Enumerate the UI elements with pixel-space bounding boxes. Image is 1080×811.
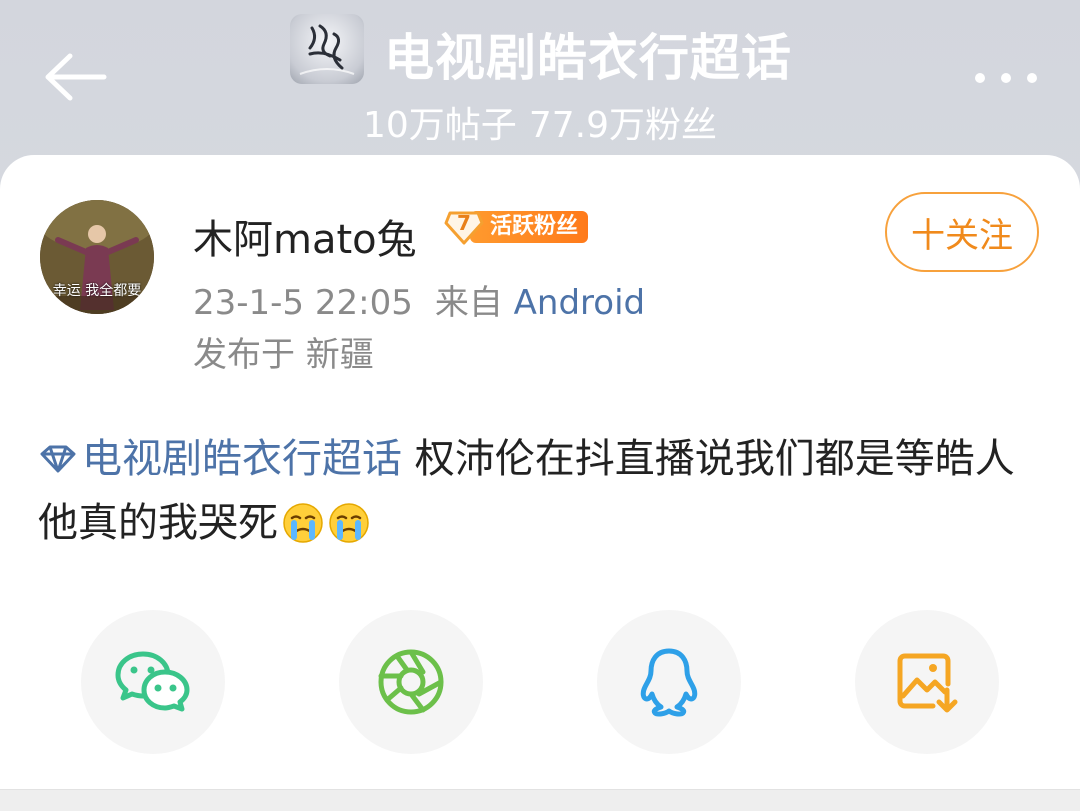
share-qq-button[interactable]: [597, 610, 741, 754]
topic-link-text: 电视剧皓衣行超话: [82, 436, 402, 482]
topic-stats: 10万帖子 77.9万粉丝: [0, 96, 1080, 148]
avatar[interactable]: 幸运 我全都要: [40, 200, 154, 314]
wechat-icon: [115, 651, 190, 712]
topic-logo-art: [299, 24, 355, 75]
topic-title: 电视剧皓衣行超话: [384, 29, 792, 87]
fans-count: 77.9万粉丝: [528, 105, 717, 146]
screen: 电视剧皓衣行超话 10万帖子 77.9万粉丝 幸运 我全都要 木阿mato兔 7…: [0, 0, 1080, 811]
post-card: 幸运 我全都要 木阿mato兔 7 活跃粉丝 十关注 23-1-5 22:05 来…: [0, 155, 1080, 789]
post-location: 发布于 新疆: [193, 335, 374, 375]
fan-badge[interactable]: 7 活跃粉丝: [444, 207, 589, 247]
username[interactable]: 木阿mato兔: [193, 207, 417, 265]
post-body: 电视剧皓衣行超话 权沛伦在抖直播说我们都是等皓人他真的我哭死: [38, 427, 1042, 555]
avatar-caption: 幸运 我全都要: [52, 283, 142, 299]
post-source[interactable]: Android: [514, 283, 645, 323]
moments-icon: [378, 649, 444, 715]
more-dots-icon: [975, 73, 1037, 83]
share-wechat-button[interactable]: [81, 610, 225, 754]
save-image-icon: [897, 653, 958, 713]
more-button[interactable]: [970, 58, 1042, 98]
fan-badge-label: 活跃粉丝: [470, 211, 589, 243]
share-moments-button[interactable]: [339, 610, 483, 754]
crying-emoji-icon: [329, 503, 369, 543]
fan-level-number: 7: [457, 211, 471, 235]
qq-icon: [640, 648, 698, 717]
bottom-strip: [0, 789, 1080, 811]
source-prefix: 来自: [434, 283, 503, 323]
fan-level-badge: 7: [444, 207, 484, 247]
crying-emoji-icon: [283, 503, 323, 543]
share-row: [0, 610, 1080, 754]
posts-count: 10万帖子: [363, 105, 517, 146]
follow-button[interactable]: 十关注: [885, 192, 1039, 272]
topic-link[interactable]: 电视剧皓衣行超话: [38, 436, 402, 482]
topic-logo[interactable]: [290, 14, 364, 84]
diamond-topic-icon: [40, 445, 76, 473]
post-timestamp: 23-1-5 22:05: [193, 283, 413, 323]
save-image-button[interactable]: [855, 610, 999, 754]
post-meta: 23-1-5 22:05 来自 Android: [193, 275, 645, 324]
